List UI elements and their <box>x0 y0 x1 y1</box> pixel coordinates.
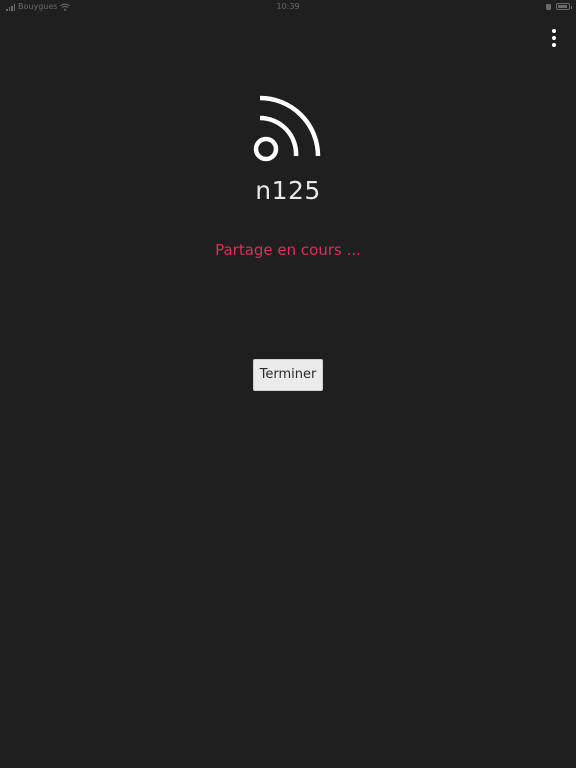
more-dot <box>552 36 556 40</box>
battery-level <box>558 5 567 8</box>
more-dot <box>552 29 556 33</box>
orientation-lock-icon <box>546 3 551 10</box>
status-bar: Bouygues 10:39 <box>0 0 576 14</box>
more-vertical-icon[interactable] <box>546 26 562 50</box>
more-dot <box>552 43 556 47</box>
sharing-screen: Bouygues 10:39 n125 Partage en cours ...… <box>0 0 576 768</box>
status-time: 10:39 <box>276 2 300 11</box>
status-right <box>546 3 572 10</box>
device-name: n125 <box>255 176 321 205</box>
battery-icon <box>556 3 572 10</box>
end-sharing-button[interactable]: Terminer <box>253 359 323 391</box>
sharing-status-message: Partage en cours ... <box>215 241 361 259</box>
broadcast-icon <box>253 95 321 162</box>
